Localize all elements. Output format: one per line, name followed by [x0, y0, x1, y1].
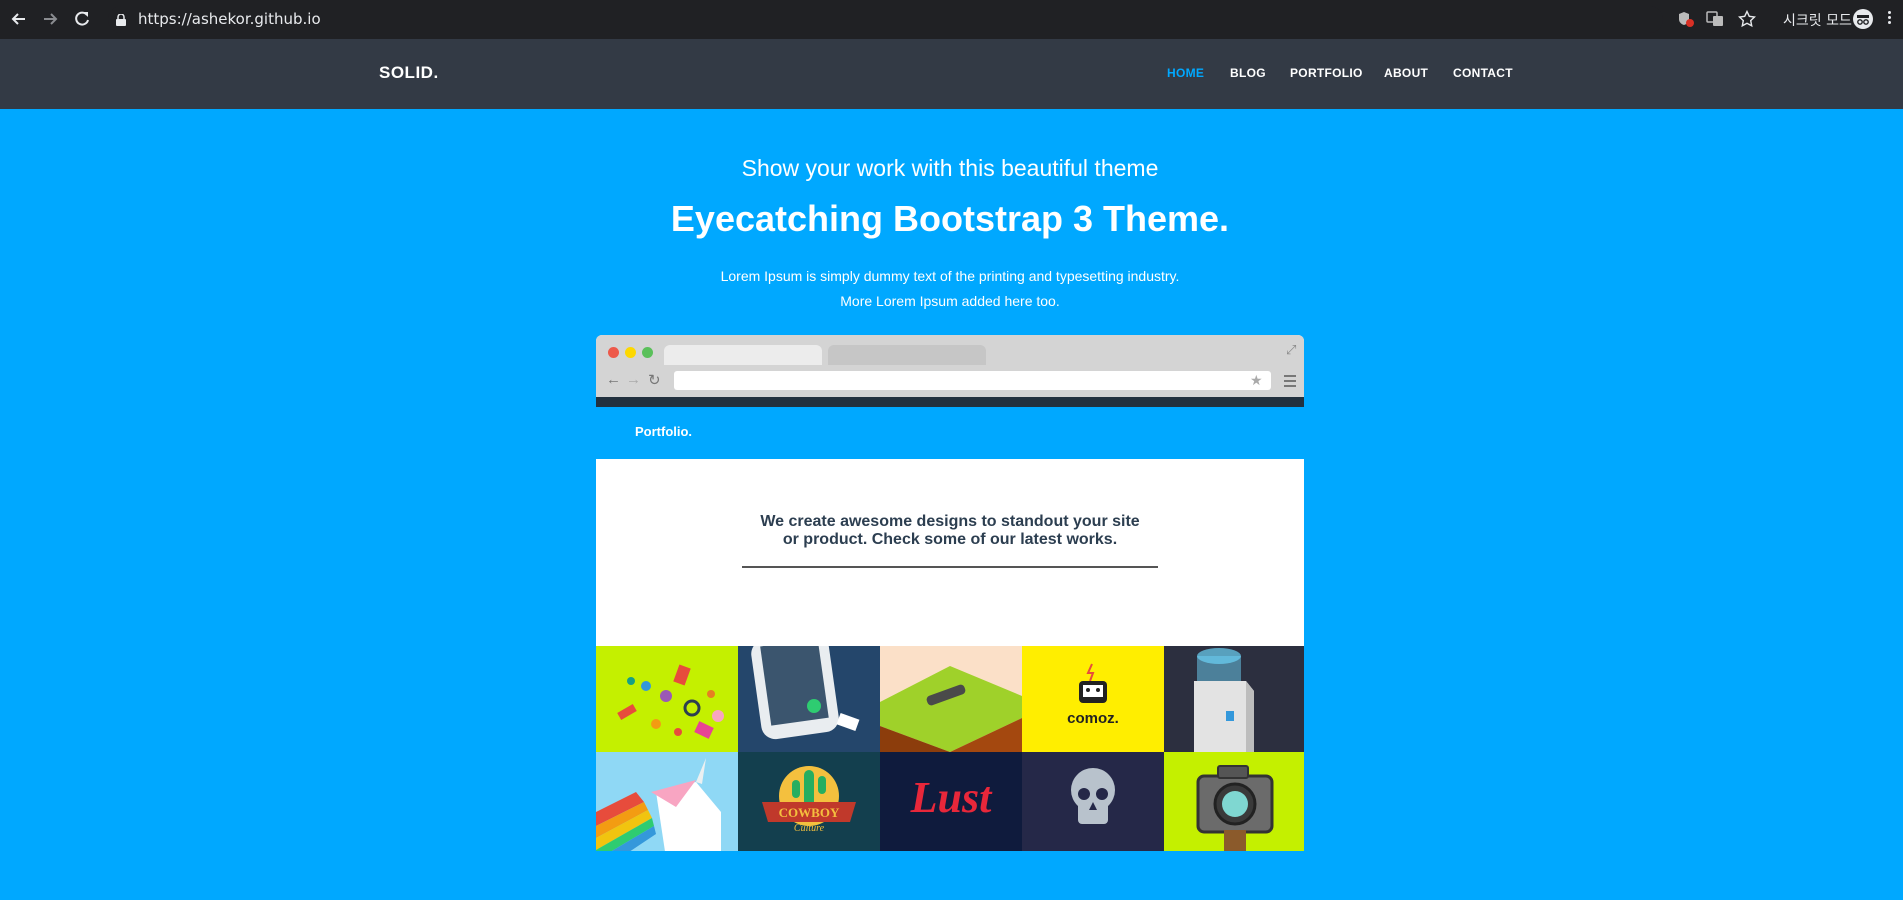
- skull-tile: [1022, 752, 1164, 851]
- mockup-divider: [742, 566, 1158, 568]
- mockup-top-strip: [596, 397, 1304, 407]
- comoz-tile: comoz.: [1022, 646, 1164, 752]
- hero-title: Eyecatching Bootstrap 3 Theme.: [670, 198, 1230, 239]
- mockup-tagline-line-2: or product. Check some of our latest wor…: [782, 531, 1118, 548]
- lust-tile: Lust: [880, 752, 1022, 851]
- candy-tile: [596, 646, 738, 752]
- cowboy-tile: COWBOY Culture: [738, 752, 880, 851]
- mockup-close-dot: [608, 347, 619, 358]
- mockup-back-icon: ←: [606, 371, 621, 388]
- lust-logo-text: Lust: [910, 773, 992, 822]
- incognito-icon[interactable]: [1853, 9, 1873, 29]
- mockup-maximize-dot: [642, 347, 653, 358]
- expand-icon: ⤢: [1286, 342, 1297, 357]
- nav-portfolio[interactable]: PORTFOLIO: [1290, 66, 1363, 80]
- water-cooler-tile: [1164, 646, 1304, 752]
- phone-tile: [738, 646, 880, 752]
- nav-about[interactable]: ABOUT: [1384, 66, 1428, 80]
- nav-contact[interactable]: CONTACT: [1453, 66, 1513, 80]
- kebab-menu-icon[interactable]: [1886, 10, 1892, 28]
- mockup-address-bar: [674, 371, 1271, 390]
- address-bar[interactable]: [108, 6, 1663, 33]
- mockup-star-icon: ★: [1250, 372, 1263, 388]
- lock-icon: [116, 13, 126, 26]
- site-navbar: SOLID. HOME BLOG PORTFOLIO ABOUT CONTACT: [0, 39, 1903, 109]
- mockup-minimize-dot: [625, 347, 636, 358]
- mockup-tagline-line-1: We create awesome designs to standout yo…: [760, 513, 1140, 530]
- hero-subtitle: Show your work with this beautiful theme: [741, 155, 1159, 181]
- translate-icon[interactable]: [1706, 10, 1724, 28]
- forward-icon[interactable]: [39, 8, 61, 30]
- camera-tile: [1164, 752, 1304, 851]
- shield-icon[interactable]: [1677, 10, 1695, 28]
- unicorn-tile: [596, 752, 738, 851]
- mockup-menu-icon: [1284, 375, 1296, 390]
- mockup-tab: [828, 345, 986, 365]
- browser-mockup-image: ⤢ ← → ↻ ★ Portfolio. We create awesome d…: [596, 335, 1304, 851]
- mockup-forward-icon: →: [626, 371, 641, 388]
- star-icon[interactable]: [1737, 9, 1757, 28]
- hero-text-line-1: Lorem Ipsum is simply dummy text of the …: [720, 268, 1180, 284]
- url-text[interactable]: https://ashekor.github.io: [138, 10, 321, 28]
- mockup-reload-icon: ↻: [648, 372, 661, 389]
- nav-blog[interactable]: BLOG: [1230, 66, 1266, 80]
- mockup-tagline: We create awesome designs to standout yo…: [596, 513, 1304, 549]
- hammock-tile: [880, 646, 1022, 752]
- browser-chrome: https://ashekor.github.io 시크릿 모드: [0, 0, 1903, 39]
- site-brand[interactable]: SOLID.: [379, 63, 439, 83]
- hero-text-line-2: More Lorem Ipsum added here too.: [840, 293, 1060, 309]
- cowboy-logo-text: COWBOY: [778, 805, 840, 820]
- incognito-label: 시크릿 모드: [1783, 13, 1852, 29]
- cowboy-logo-subtext: Culture: [793, 823, 825, 834]
- comoz-logo-text: comoz.: [1067, 710, 1119, 727]
- back-icon[interactable]: [8, 8, 30, 30]
- reload-icon[interactable]: [71, 8, 93, 30]
- nav-home[interactable]: HOME: [1167, 66, 1204, 80]
- mockup-brand: Portfolio.: [635, 424, 693, 439]
- mockup-tab: [664, 345, 822, 365]
- mockup-header: [596, 407, 1304, 459]
